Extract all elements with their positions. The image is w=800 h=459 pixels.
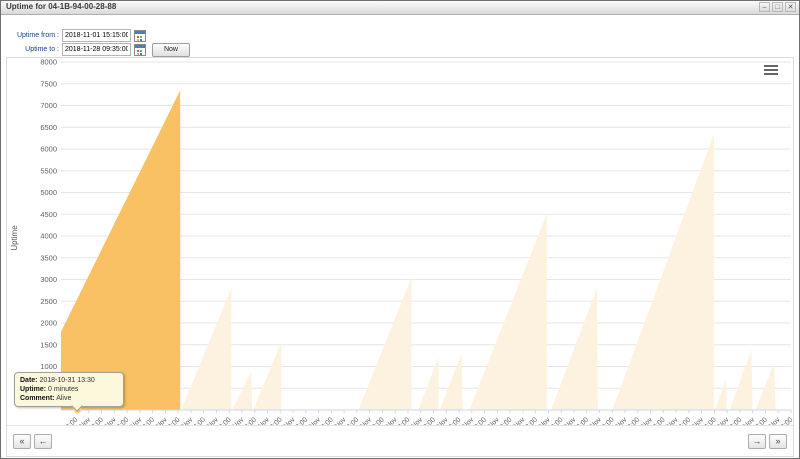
svg-text:6000: 6000 [40, 145, 57, 154]
svg-text:3000: 3000 [40, 275, 57, 284]
svg-text:5500: 5500 [40, 166, 57, 175]
now-button[interactable]: Now [152, 43, 190, 57]
svg-text:1500: 1500 [40, 340, 57, 349]
svg-text:2500: 2500 [40, 297, 57, 306]
svg-text:Uptime: Uptime [10, 225, 19, 251]
uptime-from-input[interactable] [62, 29, 131, 42]
maximize-icon[interactable]: □ [772, 2, 783, 12]
pager-toolbar: « ← → » [7, 425, 793, 456]
uptime-to-input[interactable] [62, 43, 131, 56]
page-prev-button[interactable]: ← [34, 434, 52, 449]
app-window: Uptime for 04-1B-94-00-28-88 – □ ✕ Uptim… [0, 0, 800, 459]
uptime-area-chart[interactable]: 12:001. Nov12:002. Nov12:003. Nov12:004.… [7, 58, 793, 427]
uptime-to-calendar-icon[interactable] [134, 44, 146, 56]
svg-text:7000: 7000 [40, 101, 57, 110]
tooltip-uptime-value: 0 minutes [48, 386, 79, 393]
page-next-button[interactable]: → [748, 434, 766, 449]
svg-text:4500: 4500 [40, 210, 57, 219]
uptime-from-calendar-icon[interactable] [134, 30, 146, 42]
svg-text:5000: 5000 [40, 188, 57, 197]
chart-tooltip: Date: 2018-10-31 13:30 Uptime: 0 minutes… [14, 372, 124, 412]
svg-text:1000: 1000 [40, 362, 57, 371]
svg-text:2000: 2000 [40, 319, 57, 328]
close-icon[interactable]: ✕ [785, 2, 796, 12]
svg-text:4000: 4000 [40, 232, 57, 241]
page-first-button[interactable]: « [13, 434, 31, 449]
uptime-form: Uptime from : Uptime to : Now Get uptime… [1, 15, 799, 71]
tooltip-comment-label: Comment: [20, 395, 55, 402]
chart-panel: 12:00 1. Nov 12:00 2. Nov 12:00 3. Nov 12:00 4.… [6, 57, 794, 457]
svg-text:8000: 8000 [40, 58, 57, 67]
tooltip-date-value: 2018-10-31 13:30 [39, 377, 95, 384]
uptime-to-label: Uptime to : [25, 46, 59, 53]
chart-export-menu-icon[interactable] [764, 64, 780, 76]
titlebar: Uptime for 04-1B-94-00-28-88 – □ ✕ [1, 1, 799, 15]
uptime-from-label: Uptime from : [16, 32, 59, 39]
tooltip-date-label: Date: [20, 377, 38, 384]
minimize-icon[interactable]: – [759, 2, 770, 12]
svg-text:7500: 7500 [40, 79, 57, 88]
svg-text:6500: 6500 [40, 123, 57, 132]
tooltip-uptime-label: Uptime: [20, 386, 47, 393]
tooltip-comment-value: Alive [56, 395, 72, 402]
page-last-button[interactable]: » [769, 434, 787, 449]
window-controls: – □ ✕ [759, 2, 796, 12]
window-title: Uptime for 04-1B-94-00-28-88 [6, 2, 117, 11]
svg-text:3500: 3500 [40, 253, 57, 262]
